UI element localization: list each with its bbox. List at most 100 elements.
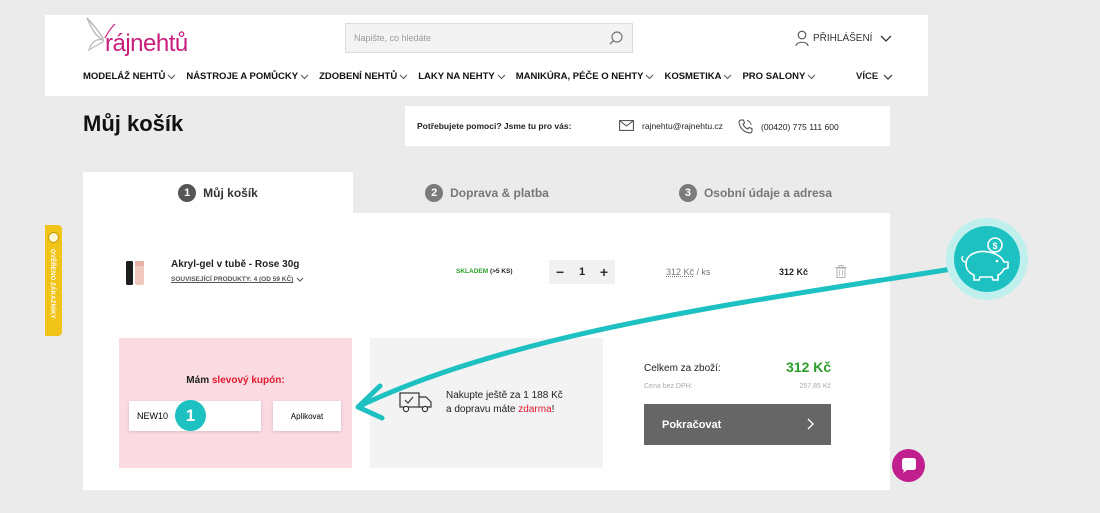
chevron-down-icon bbox=[167, 74, 176, 79]
stock-status: SKLADEM (>5 KS) bbox=[456, 268, 513, 275]
free-shipping-text: Nakupte ještě za 1 188 Kč a dopravu máte… bbox=[446, 389, 563, 417]
nav-item-kosmetika[interactable]: KOSMETIKA bbox=[664, 71, 732, 82]
quantity-value[interactable]: 1 bbox=[579, 266, 585, 278]
related-products-link[interactable]: SOUVISEJÍCÍ PRODUKTY: 4 (OD 59 KČ) bbox=[171, 276, 304, 283]
phone-icon bbox=[738, 119, 753, 134]
user-icon bbox=[795, 30, 809, 47]
unit-price: 312 Kč / ks bbox=[666, 267, 711, 277]
badge-seal-icon bbox=[48, 232, 59, 243]
delivery-truck-icon bbox=[399, 392, 432, 413]
chevron-down-icon bbox=[300, 74, 309, 79]
tab-shipping-payment[interactable]: 2 Doprava & platba bbox=[353, 172, 621, 213]
tab-cart[interactable]: 1 Můj košík bbox=[83, 172, 353, 213]
nav-more-label: VÍCE bbox=[856, 71, 879, 82]
chat-bubble-icon bbox=[902, 458, 916, 473]
badge-text: OVĚŘENO ZÁKAZNÍKY bbox=[49, 249, 55, 319]
step-label: Osobní údaje a adresa bbox=[703, 185, 833, 200]
main-nav: MODELÁŽ NEHTŮ NÁSTROJE A POMŮCKY ZDOBENÍ… bbox=[83, 71, 826, 82]
chat-button[interactable] bbox=[892, 449, 925, 482]
shipping-free-highlight: zdarma bbox=[518, 404, 552, 415]
continue-label: Pokračovat bbox=[662, 418, 722, 431]
checkout-steps: 1 Můj košík 2 Doprava & platba 3 Osobní … bbox=[83, 172, 890, 213]
nav-label: MODELÁŽ NEHTŮ bbox=[83, 71, 166, 82]
help-email-text: rajnehtu@rajnehtu.cz bbox=[642, 120, 723, 131]
verified-by-customers-badge[interactable]: OVĚŘENO ZÁKAZNÍKY bbox=[45, 225, 62, 336]
chevron-down-icon bbox=[883, 74, 893, 80]
step-marker: 1 bbox=[175, 400, 206, 431]
coupon-title: Mám slevový kupón: bbox=[119, 375, 352, 386]
cart-item-row: Akryl-gel v tubě - Rose 30g SOUVISEJÍCÍ … bbox=[83, 213, 890, 323]
trash-icon[interactable] bbox=[835, 265, 847, 278]
chevron-down-icon bbox=[724, 74, 732, 79]
search-input[interactable] bbox=[354, 30, 604, 46]
mail-icon bbox=[619, 120, 634, 131]
piggy-bank-badge: $ bbox=[946, 218, 1028, 300]
nav-item-manikura[interactable]: MANIKÚRA, PÉČE O NEHTY bbox=[516, 71, 655, 82]
step-label: Doprava & platba bbox=[450, 185, 549, 200]
product-thumbnail[interactable] bbox=[121, 260, 151, 286]
page-title: Můj košík bbox=[83, 111, 184, 136]
coupon-box: Mám slevový kupón: Aplikovat bbox=[119, 338, 352, 468]
help-phone[interactable]: (00420) 775 111 600 bbox=[738, 119, 839, 134]
nav-label: KOSMETIKA bbox=[664, 71, 722, 82]
chevron-right-icon bbox=[807, 418, 814, 430]
step-number: 1 bbox=[178, 183, 197, 202]
tab-personal-details[interactable]: 3 Osobní údaje a adresa bbox=[621, 172, 890, 213]
total-amount: 312 Kč bbox=[786, 359, 832, 375]
nav-label: PRO SALONY bbox=[742, 71, 806, 82]
shipping-remaining-amount: 1 188 Kč bbox=[523, 390, 563, 401]
total-label: Celkem za zboží: bbox=[644, 363, 721, 374]
unit-price-suffix: / ks bbox=[696, 267, 711, 277]
free-shipping-line2: a dopravu máte zdarma! bbox=[446, 403, 563, 417]
unit-price-value: 312 Kč bbox=[666, 267, 695, 277]
svg-text:$: $ bbox=[992, 241, 997, 251]
nav-item-pro-salony[interactable]: PRO SALONY bbox=[742, 71, 816, 82]
stock-detail: (>5 KS) bbox=[489, 268, 513, 275]
nav-item-nastroje[interactable]: NÁSTROJE A POMŮCKY bbox=[186, 71, 309, 82]
free-shipping-line1: Nakupte ještě za 1 188 Kč bbox=[446, 389, 563, 403]
free-shipping-box: Nakupte ještě za 1 188 Kč a dopravu máte… bbox=[370, 338, 603, 468]
coupon-title-highlight: slevový kupón: bbox=[211, 375, 285, 386]
stock-label: SKLADEM bbox=[456, 268, 489, 275]
search-icon[interactable] bbox=[608, 30, 624, 46]
help-question: Potřebujete pomoci? Jsme tu pro vás: bbox=[417, 121, 572, 131]
step-number: 3 bbox=[678, 183, 697, 202]
shipping-line1-prefix: Nakupte ještě za bbox=[446, 390, 521, 401]
logo-wordmark[interactable]: rájnehtů bbox=[105, 30, 188, 58]
line-total: 312 Kč bbox=[779, 267, 809, 277]
price-without-vat-value: 257,85 Kč bbox=[799, 383, 831, 390]
login-link[interactable]: PŘIHLÁŠENÍ bbox=[795, 30, 892, 47]
nav-item-laky[interactable]: LAKY NA NEHTY bbox=[418, 71, 506, 82]
decrease-quantity-button[interactable]: − bbox=[556, 264, 564, 280]
logo-nehtu: nehtů bbox=[130, 30, 188, 57]
nav-item-modelaz[interactable]: MODELÁŽ NEHTŮ bbox=[83, 71, 176, 82]
apply-coupon-button[interactable]: Aplikovat bbox=[273, 401, 341, 431]
chevron-down-icon bbox=[807, 74, 816, 79]
nav-item-zdobeni[interactable]: ZDOBENÍ NEHTŮ bbox=[319, 71, 408, 82]
chevron-down-icon bbox=[399, 74, 408, 79]
help-phone-text: (00420) 775 111 600 bbox=[761, 121, 839, 132]
nav-more[interactable]: VÍCE bbox=[856, 71, 893, 82]
nav-label: NÁSTROJE A POMŮCKY bbox=[186, 71, 299, 82]
nav-label: MANIKÚRA, PÉČE O NEHTY bbox=[515, 71, 644, 82]
shipping-line2-suffix: ! bbox=[551, 404, 555, 415]
coupon-title-prefix: Mám bbox=[186, 375, 210, 386]
logo-raj: ráj bbox=[105, 30, 131, 57]
increase-quantity-button[interactable]: + bbox=[600, 264, 608, 280]
chevron-down-icon bbox=[296, 277, 304, 282]
step-number: 2 bbox=[425, 183, 444, 202]
piggy-bank-inner: $ bbox=[954, 226, 1020, 292]
cart-card: Akryl-gel v tubě - Rose 30g SOUVISEJÍCÍ … bbox=[83, 213, 890, 490]
search-box bbox=[345, 23, 633, 53]
related-products-label: SOUVISEJÍCÍ PRODUKTY: 4 (OD 59 KČ) bbox=[171, 276, 294, 283]
continue-button[interactable]: Pokračovat bbox=[644, 404, 831, 445]
shipping-line2-prefix: a dopravu máte bbox=[446, 404, 516, 415]
chevron-down-icon bbox=[881, 35, 892, 42]
help-email[interactable]: rajnehtu@rajnehtu.cz bbox=[619, 120, 723, 131]
price-without-vat-label: Cena bez DPH: bbox=[644, 383, 693, 390]
help-box: Potřebujete pomoci? Jsme tu pro vás: raj… bbox=[405, 106, 890, 146]
chevron-down-icon bbox=[646, 74, 654, 79]
login-label: PŘIHLÁŠENÍ bbox=[813, 33, 873, 44]
nav-label: LAKY NA NEHTY bbox=[418, 71, 495, 82]
product-name[interactable]: Akryl-gel v tubě - Rose 30g bbox=[171, 259, 299, 270]
